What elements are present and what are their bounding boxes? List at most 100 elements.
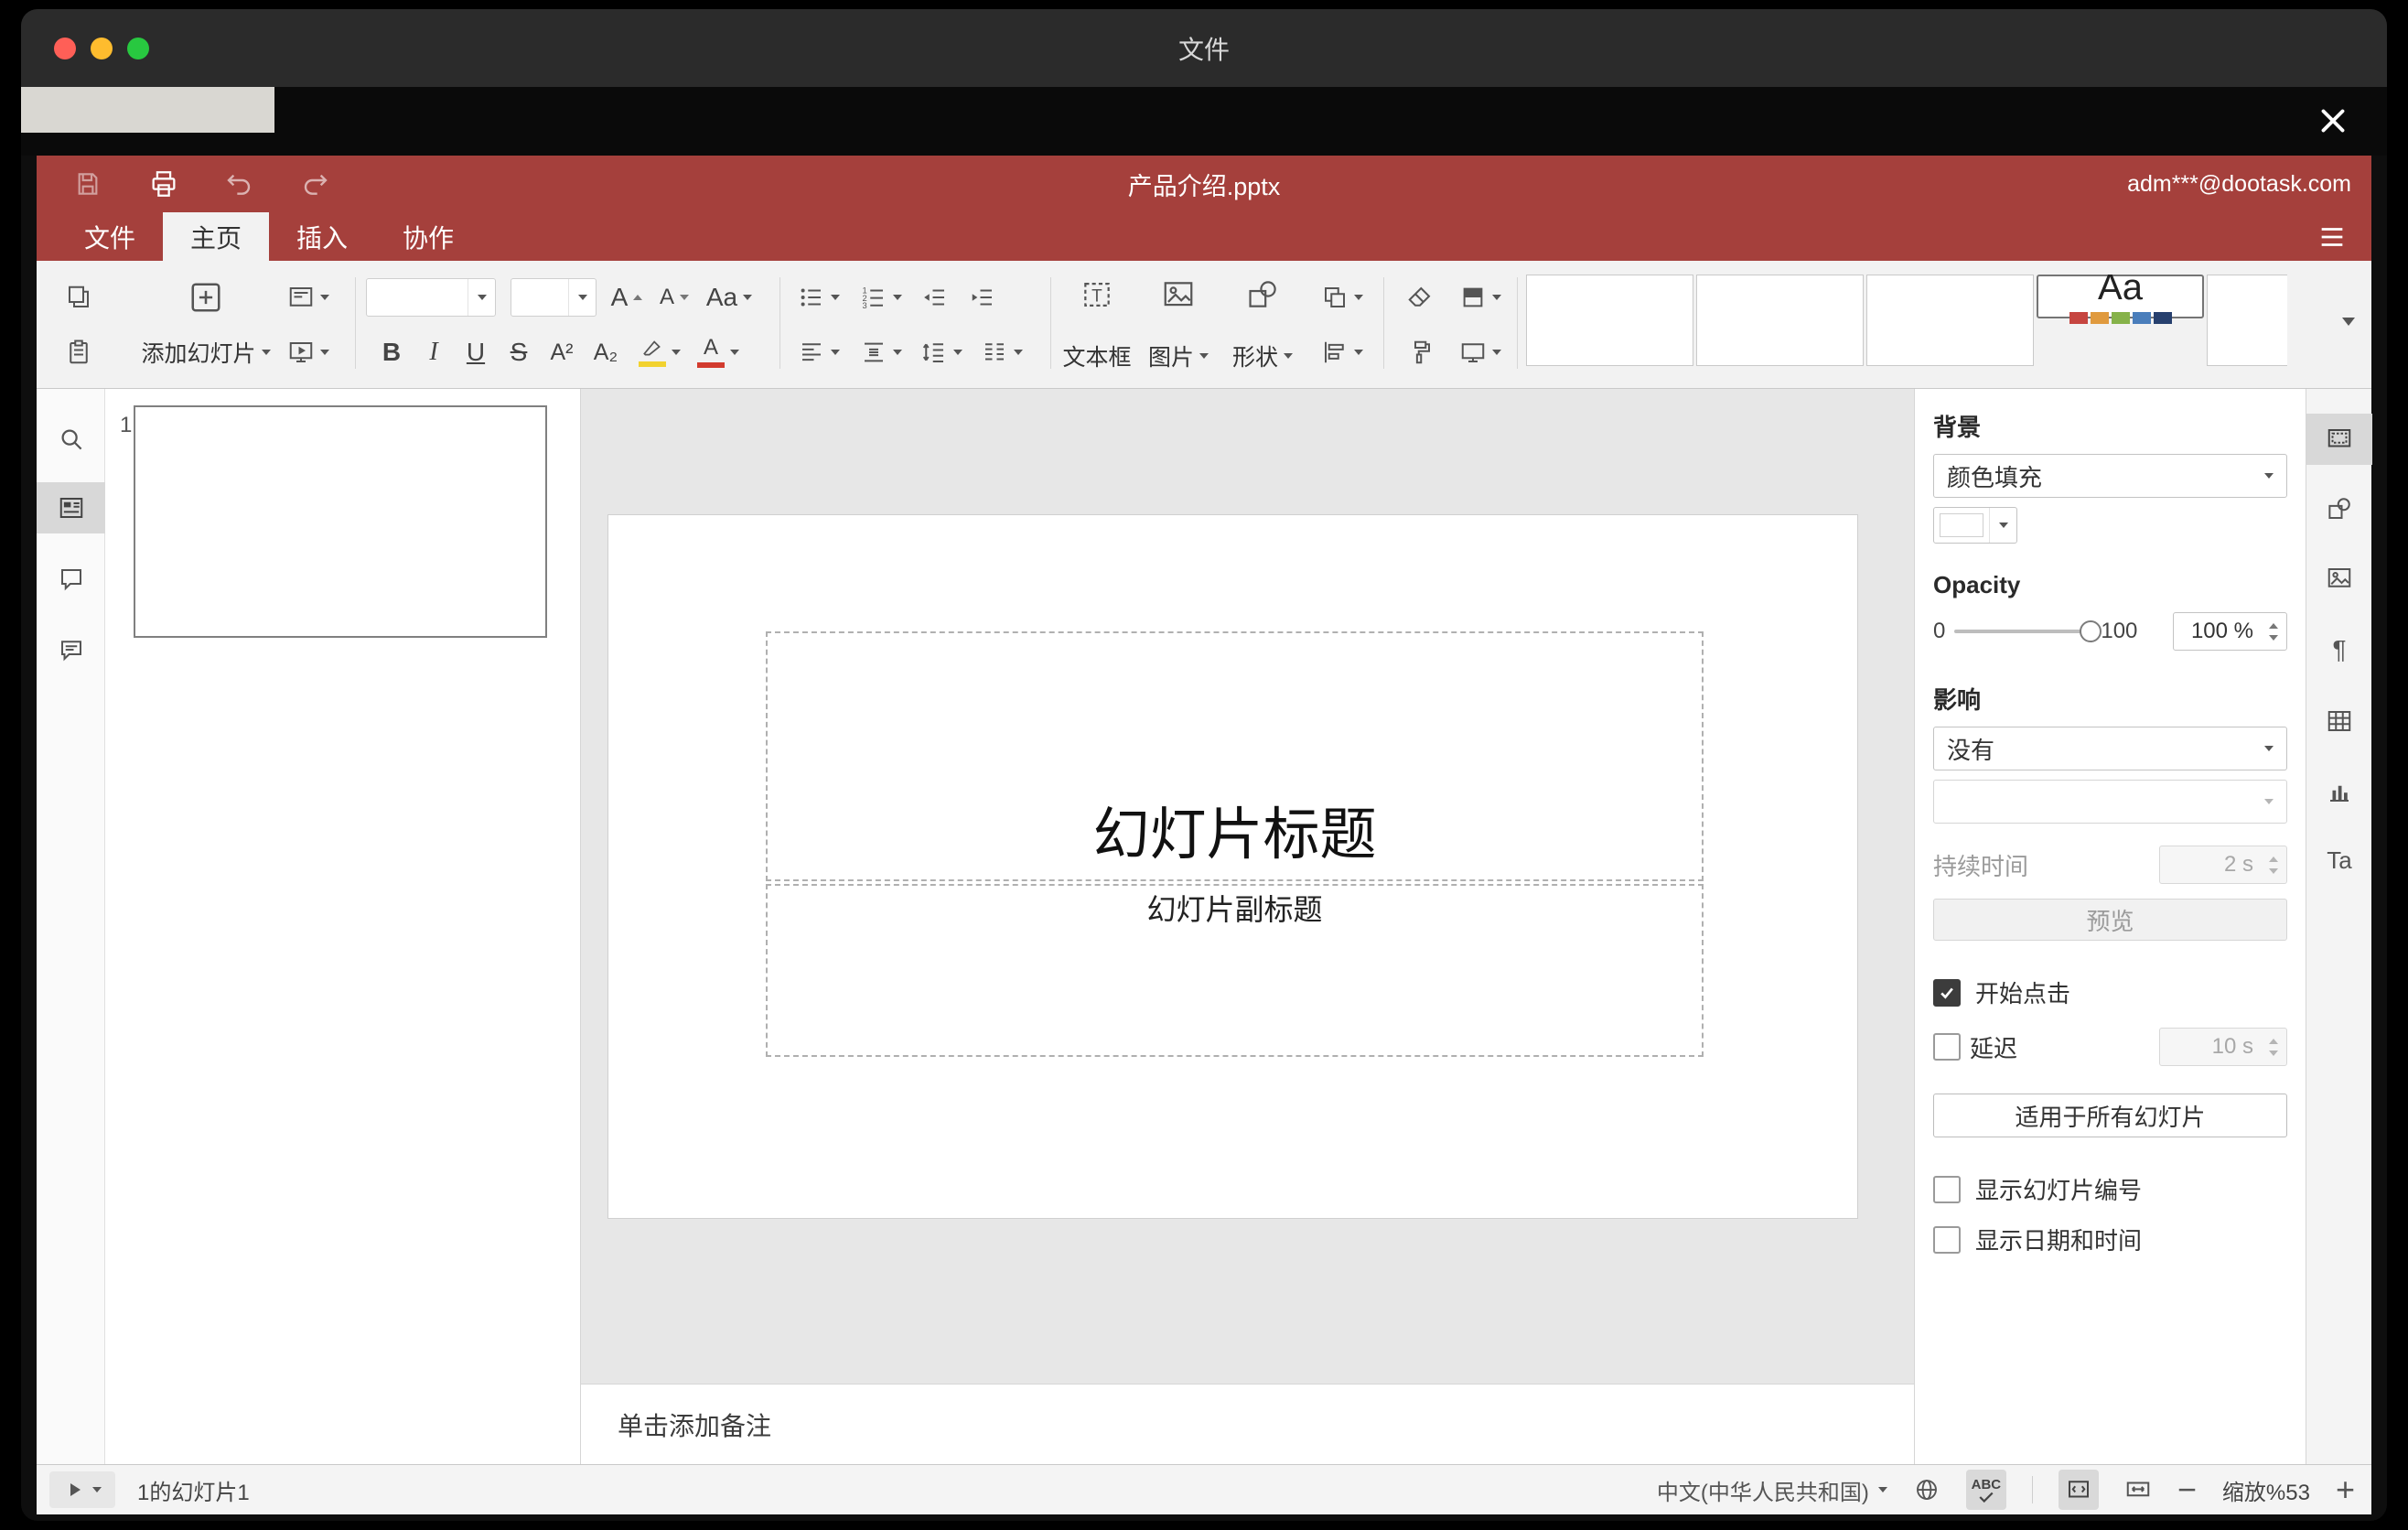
spinner-arrows[interactable] bbox=[2269, 613, 2278, 650]
font-color-button[interactable]: A bbox=[690, 327, 747, 378]
start-slideshow-button[interactable] bbox=[276, 327, 340, 378]
print-button[interactable] bbox=[148, 168, 179, 199]
apply-to-all-slides-button[interactable]: 适用于所有幻灯片 bbox=[1933, 1094, 2287, 1137]
theme-tile-selected[interactable]: Aa bbox=[2037, 275, 2204, 324]
preview-button[interactable]: 预览 bbox=[1933, 899, 2287, 941]
increase-font-button[interactable]: A bbox=[604, 272, 650, 323]
bold-button[interactable]: B bbox=[371, 327, 412, 378]
save-button[interactable] bbox=[73, 169, 102, 199]
set-language-button[interactable] bbox=[1913, 1476, 1940, 1503]
svg-text:T: T bbox=[1091, 287, 1102, 307]
show-slide-number-checkbox[interactable] bbox=[1933, 1175, 1961, 1203]
zoom-out-button[interactable]: − bbox=[2177, 1473, 2197, 1506]
theme-gallery-more-button[interactable] bbox=[2329, 275, 2368, 368]
theme-tile[interactable] bbox=[1696, 275, 1864, 366]
change-case-button[interactable]: Aa bbox=[699, 272, 759, 323]
duration-spinner[interactable]: 2 s bbox=[2159, 846, 2287, 884]
sidebar-item-slide-settings[interactable] bbox=[2306, 414, 2372, 465]
numbering-button[interactable]: 123 bbox=[853, 272, 909, 323]
sidebar-item-paragraph-settings[interactable]: ¶ bbox=[2306, 624, 2372, 675]
slide-thumbnail-1[interactable] bbox=[134, 405, 547, 638]
close-icon[interactable] bbox=[2314, 102, 2352, 140]
tab-file[interactable]: 文件 bbox=[57, 212, 163, 261]
tab-insert[interactable]: 插入 bbox=[269, 212, 375, 261]
add-slide-button[interactable] bbox=[139, 272, 273, 323]
decrease-indent-button[interactable] bbox=[913, 272, 957, 323]
clear-style-button[interactable] bbox=[1394, 272, 1446, 323]
sidebar-item-image-settings[interactable] bbox=[2306, 553, 2372, 604]
horizontal-align-button[interactable] bbox=[790, 327, 847, 378]
background-color-picker[interactable] bbox=[1933, 507, 2017, 544]
start-on-click-checkbox[interactable] bbox=[1933, 978, 1961, 1007]
show-date-time-checkbox[interactable] bbox=[1933, 1225, 1961, 1254]
sidebar-item-feedback[interactable] bbox=[37, 624, 105, 675]
minimize-window-button[interactable] bbox=[91, 37, 113, 59]
subtitle-placeholder[interactable]: 幻灯片副标题 bbox=[766, 884, 1704, 1057]
line-spacing-button[interactable] bbox=[913, 327, 970, 378]
highlight-color-button[interactable] bbox=[631, 327, 688, 378]
sidebar-item-table-settings[interactable] bbox=[2306, 695, 2372, 747]
close-window-button[interactable] bbox=[54, 37, 76, 59]
increase-indent-button[interactable] bbox=[961, 272, 1005, 323]
delay-spinner[interactable]: 10 s bbox=[2159, 1028, 2287, 1066]
language-selector[interactable]: 中文(中华人民共和国) bbox=[1657, 1474, 1887, 1506]
underline-button[interactable]: U bbox=[456, 327, 496, 378]
font-size-combo[interactable] bbox=[511, 278, 597, 317]
slide-size-button[interactable] bbox=[1451, 327, 1510, 378]
notes-area[interactable]: 单击添加备注 bbox=[581, 1384, 1914, 1464]
delay-checkbox[interactable] bbox=[1933, 1033, 1961, 1061]
italic-button[interactable]: I bbox=[414, 327, 454, 378]
start-slideshow-status-button[interactable] bbox=[49, 1471, 115, 1508]
strikeout-button[interactable]: S bbox=[499, 327, 539, 378]
spellcheck-button[interactable]: ABC bbox=[1965, 1470, 2006, 1510]
maximize-window-button[interactable] bbox=[127, 37, 149, 59]
sidebar-item-textart-settings[interactable]: Ta bbox=[2306, 835, 2372, 886]
color-scheme-button[interactable] bbox=[1451, 272, 1510, 323]
columns-button[interactable] bbox=[973, 327, 1030, 378]
paste-button[interactable] bbox=[53, 327, 104, 378]
opacity-spinner[interactable]: 100 % bbox=[2173, 612, 2287, 651]
copy-style-button[interactable] bbox=[1394, 327, 1446, 378]
sidebar-item-search[interactable] bbox=[37, 414, 105, 465]
slide-layout-button[interactable] bbox=[276, 272, 340, 323]
redo-button[interactable] bbox=[300, 169, 329, 199]
add-slide-menu[interactable]: 添加幻灯片 bbox=[128, 327, 284, 378]
copy-button[interactable] bbox=[53, 272, 104, 323]
sidebar-item-slides[interactable] bbox=[37, 482, 105, 533]
fit-slide-button[interactable] bbox=[2058, 1470, 2099, 1510]
theme-tile[interactable] bbox=[1526, 275, 1693, 366]
bullets-button[interactable] bbox=[790, 272, 847, 323]
document-title: 产品介绍.pptx bbox=[1127, 172, 1281, 200]
background-fill-select[interactable]: 颜色填充 bbox=[1933, 454, 2287, 498]
slide-thumbnail-number: 1 bbox=[120, 413, 133, 437]
opacity-slider[interactable] bbox=[1954, 620, 2102, 642]
subscript-button[interactable]: A₂ bbox=[585, 327, 627, 378]
background-page-fragment bbox=[21, 87, 274, 133]
zoom-in-button[interactable]: + bbox=[2336, 1473, 2355, 1506]
view-settings-button[interactable] bbox=[2317, 212, 2348, 261]
status-bar: 1的幻灯片1 中文(中华人民共和国) ABC − 缩放%53 + bbox=[37, 1464, 2371, 1514]
opacity-slider-knob[interactable] bbox=[2080, 620, 2102, 642]
tab-collaboration[interactable]: 协作 bbox=[375, 212, 481, 261]
arrange-shapes-button[interactable] bbox=[1312, 272, 1372, 323]
tab-home[interactable]: 主页 bbox=[163, 212, 270, 261]
insert-textbox-button[interactable]: T 文本框 bbox=[1059, 270, 1134, 380]
undo-button[interactable] bbox=[225, 169, 254, 199]
effect-variant-select[interactable] bbox=[1933, 780, 2287, 824]
title-placeholder[interactable]: 幻灯片标题 bbox=[766, 631, 1704, 881]
slide-1[interactable]: 幻灯片标题 幻灯片副标题 bbox=[608, 515, 1857, 1218]
sidebar-item-shape-settings[interactable] bbox=[2306, 483, 2372, 534]
superscript-button[interactable]: A² bbox=[541, 327, 583, 378]
theme-tile[interactable] bbox=[2207, 275, 2287, 366]
effect-select[interactable]: 没有 bbox=[1933, 727, 2287, 770]
insert-shape-button[interactable]: 形状 bbox=[1222, 270, 1303, 380]
fit-width-button[interactable] bbox=[2124, 1476, 2152, 1503]
theme-tile[interactable] bbox=[1866, 275, 2034, 366]
align-shapes-button[interactable] bbox=[1312, 327, 1372, 378]
font-name-combo[interactable] bbox=[366, 278, 496, 317]
sidebar-item-chart-settings[interactable] bbox=[2306, 766, 2372, 817]
decrease-font-button[interactable]: A bbox=[651, 272, 697, 323]
sidebar-item-comments[interactable] bbox=[37, 554, 105, 605]
insert-image-button[interactable]: 图片 bbox=[1138, 270, 1219, 380]
vertical-align-button[interactable] bbox=[853, 327, 909, 378]
